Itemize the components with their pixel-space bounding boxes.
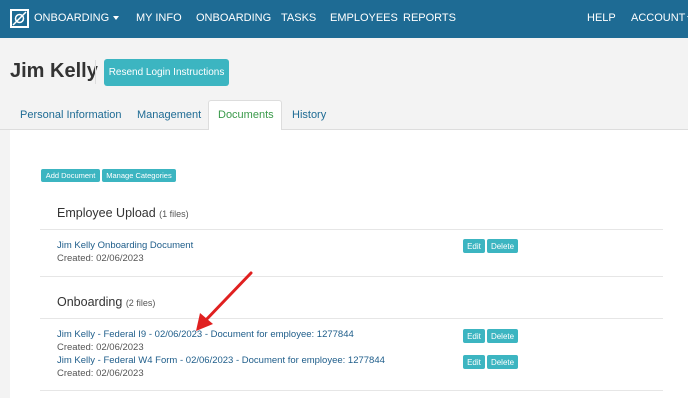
annotation-arrow-icon [196, 271, 253, 331]
